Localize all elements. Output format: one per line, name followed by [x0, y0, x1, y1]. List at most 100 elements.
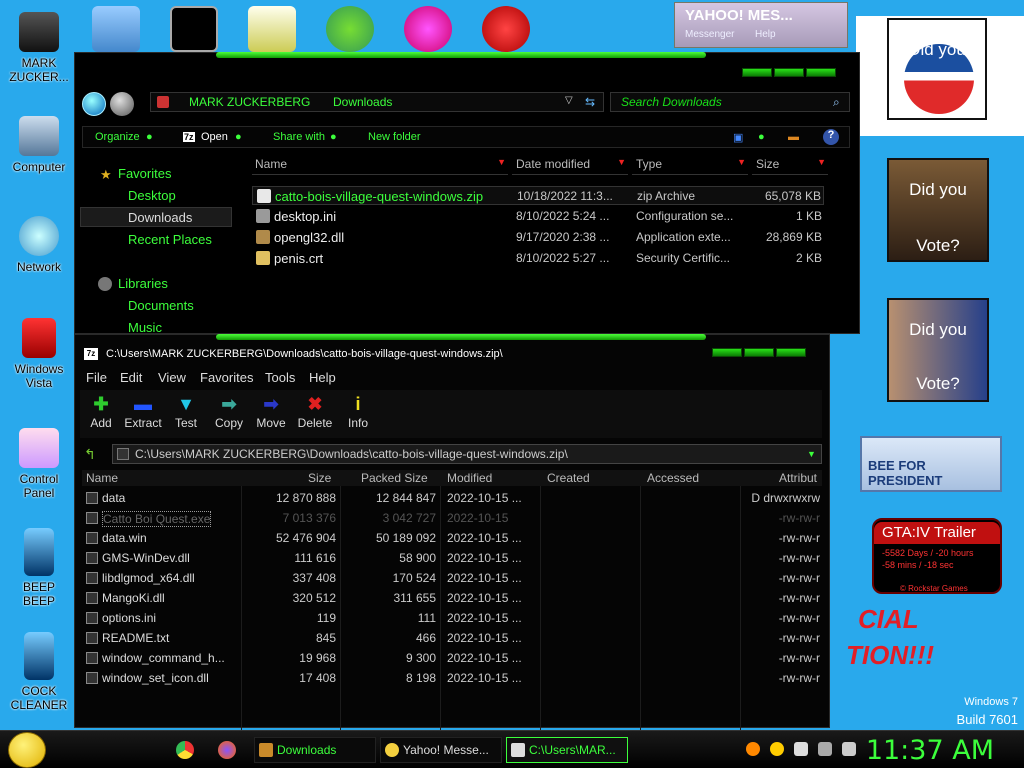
taskbar-button-yahoo[interactable]: Yahoo! Messe... — [380, 737, 502, 763]
minimize-button[interactable] — [742, 68, 772, 77]
file-row[interactable]: penis.crt 8/10/2022 5:27 ... Security Ce… — [252, 249, 824, 268]
dev-cpp-icon[interactable] — [482, 6, 530, 52]
menu-view[interactable]: View — [158, 370, 186, 385]
search-icon[interactable]: ⌕ — [833, 95, 840, 110]
start-smiley-icon[interactable] — [8, 732, 46, 768]
desktop-icon-network[interactable]: Network — [1, 216, 77, 274]
taskbar-button-sevenzip[interactable]: C:\Users\MAR... — [506, 737, 628, 763]
action-center-flag-icon[interactable] — [794, 742, 808, 756]
column-header-size[interactable]: Size ▼ — [752, 157, 828, 175]
nav-documents[interactable]: Documents — [128, 298, 194, 313]
share-with-button[interactable]: Share with — [273, 131, 325, 143]
archive-row[interactable]: MangoKi.dll 320 512 311 655 2022-10-15 ... -… — [82, 588, 822, 608]
nav-recent-places[interactable]: Recent Places — [128, 232, 212, 247]
command-prompt-icon[interactable] — [170, 6, 218, 52]
desktop-icon-computer[interactable]: Computer — [1, 116, 77, 174]
network-tray-icon[interactable] — [818, 742, 832, 756]
explorer-search-input[interactable]: Search Downloads ⌕ — [610, 92, 850, 112]
desktop-icon-recycle-bin[interactable]: Windows Vista — [1, 318, 77, 390]
forward-arrow-icon[interactable] — [110, 92, 134, 116]
close-button[interactable] — [806, 68, 836, 77]
file-row[interactable]: opengl32.dll 9/17/2020 2:38 ... Applicat… — [252, 228, 824, 247]
nav-favorites[interactable]: Favorites — [118, 166, 171, 181]
nav-desktop[interactable]: Desktop — [128, 188, 176, 203]
explorer-address-bar[interactable]: MARK ZUCKERBERG Downloads ▽ ⇆ — [150, 92, 604, 112]
file-row[interactable]: desktop.ini 8/10/2022 5:24 ... Configura… — [252, 207, 824, 226]
archive-row[interactable]: Catto Boi Quest.exe 7 013 376 3 042 727 202… — [82, 508, 822, 528]
maximize-button[interactable] — [744, 348, 774, 357]
yahoo-menu-help[interactable]: Help — [755, 29, 776, 40]
yahoo-menu-messenger[interactable]: Messenger — [685, 29, 734, 40]
green-pig-icon[interactable] — [326, 6, 374, 52]
path-dropdown-icon[interactable]: ▼ — [807, 449, 816, 459]
archive-row[interactable]: GMS-WinDev.dll 111 616 58 900 2022-10-15 ..… — [82, 548, 822, 568]
menu-file[interactable]: File — [86, 370, 107, 385]
desktop-icon-cock-cleaner[interactable]: COCK CLEANER — [1, 632, 77, 712]
chrome-icon[interactable] — [176, 741, 194, 759]
refresh-icon[interactable]: ⇆ — [585, 95, 595, 109]
search-tray-icon[interactable] — [746, 742, 760, 756]
messenger-tray-icon[interactable] — [770, 742, 784, 756]
minimize-button[interactable] — [712, 348, 742, 357]
taskbar-button-downloads[interactable]: Downloads — [254, 737, 376, 763]
organize-button[interactable]: Organize — [95, 131, 140, 143]
archive-row[interactable]: libdlgmod_x64.dll 337 408 170 524 2022-10-1… — [82, 568, 822, 588]
file-row[interactable]: catto-bois-village-quest-windows.zip 10/… — [252, 186, 824, 205]
breadcrumb-downloads[interactable]: Downloads — [333, 95, 392, 109]
sevenzip-path-input[interactable]: C:\Users\MARK ZUCKERBERG\Downloads\catto… — [112, 444, 822, 464]
breadcrumb-user[interactable]: MARK ZUCKERBERG — [189, 95, 310, 109]
menu-tools[interactable]: Tools — [265, 370, 295, 385]
archive-row[interactable]: data.win 52 476 904 50 189 092 2022-10-15 .… — [82, 528, 822, 548]
column-header-packed-size[interactable]: Packed Size — [361, 471, 428, 485]
address-dropdown-icon[interactable]: ▽ — [565, 95, 573, 106]
column-header-accessed[interactable]: Accessed — [647, 471, 699, 485]
nav-music[interactable]: Music — [128, 320, 162, 335]
column-header-name[interactable]: Name — [86, 471, 118, 485]
column-header-date[interactable]: Date modified ▼ — [512, 157, 628, 175]
desktop-icon-user-folder[interactable]: MARK ZUCKER... — [1, 12, 77, 84]
menu-favorites[interactable]: Favorites — [200, 370, 253, 385]
delete-button[interactable]: ✖ Delete — [294, 394, 336, 430]
back-arrow-icon[interactable] — [82, 92, 106, 116]
archive-row[interactable]: options.ini 119 111 2022-10-15 ... -rw-rw-r — [82, 608, 822, 628]
column-header-attributes[interactable]: Attribut — [779, 471, 817, 485]
folder-stack-icon[interactable] — [248, 6, 296, 52]
test-button[interactable]: ▼ Test — [165, 394, 207, 430]
volume-icon[interactable] — [842, 742, 856, 756]
firefox-icon[interactable] — [218, 741, 236, 759]
yahoo-messenger-widget[interactable]: YAHOO! MES... Messenger Help — [674, 2, 848, 48]
menu-help[interactable]: Help — [309, 370, 336, 385]
close-button[interactable] — [776, 348, 806, 357]
column-header-type[interactable]: Type ▼ — [632, 157, 748, 175]
column-header-name[interactable]: Name ▼ — [252, 157, 508, 175]
archive-row[interactable]: README.txt 845 466 2022-10-15 ... -rw-rw-r — [82, 628, 822, 648]
desktop-icon-control-panel[interactable]: Control Panel — [1, 428, 77, 500]
open-dot-icon: ● — [235, 131, 242, 143]
info-button[interactable]: i Info — [337, 394, 379, 430]
archive-row[interactable]: data 12 870 888 12 844 847 2022-10-15 ... D … — [82, 488, 822, 508]
menu-edit[interactable]: Edit — [120, 370, 142, 385]
open-button[interactable]: Open — [201, 131, 228, 143]
help-icon[interactable]: ? — [823, 129, 839, 145]
view-icon[interactable]: ▣ — [733, 131, 743, 144]
new-folder-button[interactable]: New folder — [368, 131, 421, 143]
desktop-icon-beep-beep[interactable]: BEEP BEEP — [1, 528, 77, 608]
archive-row[interactable]: window_set_icon.dll 17 408 8 198 2022-10-15… — [82, 668, 822, 688]
add-button[interactable]: ✚ Add — [80, 394, 122, 430]
nav-downloads[interactable]: Downloads — [128, 210, 192, 225]
column-header-created[interactable]: Created — [547, 471, 590, 485]
maximize-button[interactable] — [774, 68, 804, 77]
paint-p-icon[interactable] — [404, 6, 452, 52]
taskbar-clock[interactable]: 11:37 AM — [866, 735, 994, 766]
column-header-size[interactable]: Size — [308, 471, 331, 485]
copy-button[interactable]: ➡ Copy — [208, 394, 250, 430]
column-header-modified[interactable]: Modified — [447, 471, 492, 485]
nav-libraries[interactable]: Libraries — [118, 276, 168, 291]
folder-up-icon[interactable]: ↰ — [84, 446, 100, 462]
sort-arrow-icon: ▼ — [817, 157, 826, 167]
notes-app-icon[interactable] — [92, 6, 140, 52]
preview-pane-icon[interactable]: ▬ — [788, 131, 799, 143]
move-button[interactable]: ➡ Move — [250, 394, 292, 430]
extract-button[interactable]: ▬ Extract — [122, 394, 164, 430]
archive-row[interactable]: window_command_h... 19 968 9 300 2022-10-15… — [82, 648, 822, 668]
